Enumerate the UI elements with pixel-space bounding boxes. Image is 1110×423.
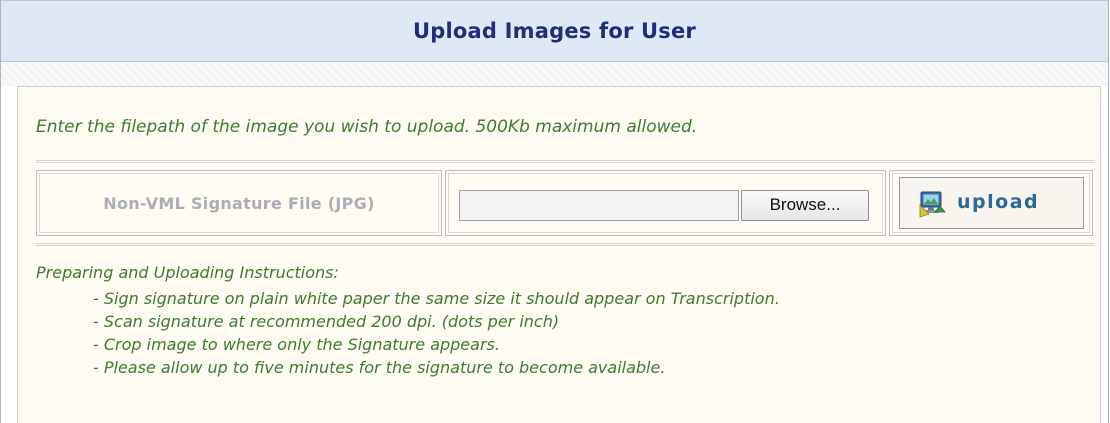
divider-bottom <box>36 243 1094 246</box>
instructions-list: - Sign signature on plain white paper th… <box>93 287 780 379</box>
upload-panel: Enter the filepath of the image you wish… <box>17 86 1101 423</box>
upload-images-window: Upload Images for User Enter the filepat… <box>0 0 1109 423</box>
file-path-input[interactable] <box>459 190 739 221</box>
upload-instruction: Enter the filepath of the image you wish… <box>36 117 698 137</box>
upload-icon <box>919 191 946 218</box>
instruction-step: - Scan signature at recommended 200 dpi.… <box>93 312 560 331</box>
divider-top <box>36 160 1094 163</box>
header-divider-strip <box>1 62 1108 86</box>
browse-button[interactable]: Browse... <box>741 190 869 221</box>
file-input-cell: Browse... <box>445 170 886 236</box>
instruction-step: - Sign signature on plain white paper th… <box>93 289 780 308</box>
page-header: Upload Images for User <box>1 0 1108 62</box>
upload-cell: upload <box>889 170 1093 236</box>
signature-file-label: Non-VML Signature File (JPG) <box>103 194 375 213</box>
instruction-step: - Crop image to where only the Signature… <box>93 335 500 354</box>
upload-button-label: upload <box>957 191 1040 213</box>
field-label-cell: Non-VML Signature File (JPG) <box>36 170 442 236</box>
upload-button[interactable]: upload <box>899 177 1084 229</box>
instruction-step: - Please allow up to five minutes for th… <box>93 358 666 377</box>
instructions-title: Preparing and Uploading Instructions: <box>36 263 339 282</box>
page-title: Upload Images for User <box>413 19 696 43</box>
